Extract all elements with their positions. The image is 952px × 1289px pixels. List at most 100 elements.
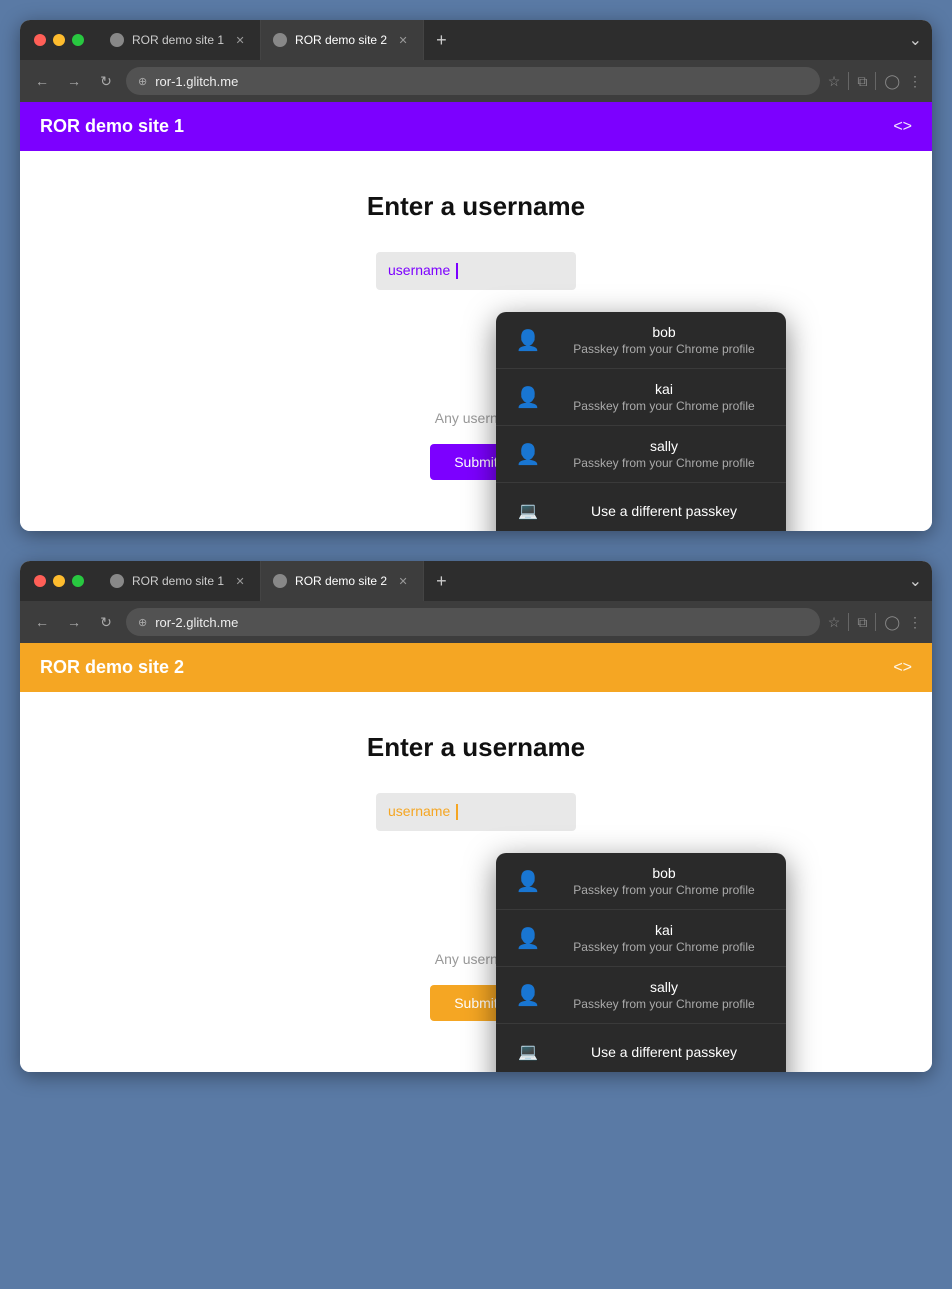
- input-section-2: username 👤 bob Passkey from your Chrome …: [40, 793, 912, 1021]
- passkey-sub-sally-1: Passkey from your Chrome profile: [558, 456, 770, 470]
- browser-window-2: ROR demo site 1 ✕ ROR demo site 2 ✕ + ⌄ …: [20, 561, 932, 1072]
- user-icon-kai-1: 👤: [512, 381, 544, 413]
- passkey-sub-bob-2: Passkey from your Chrome profile: [558, 883, 770, 897]
- passkey-item-bob-2[interactable]: 👤 bob Passkey from your Chrome profile: [496, 853, 786, 910]
- back-button-1[interactable]: ←: [30, 69, 54, 93]
- extensions-icon-2[interactable]: ⧉: [857, 614, 867, 631]
- passkey-item-kai-2[interactable]: 👤 kai Passkey from your Chrome profile: [496, 910, 786, 967]
- passkey-info-bob-1: bob Passkey from your Chrome profile: [558, 324, 770, 356]
- passkey-different-info-1: Use a different passkey: [558, 503, 770, 519]
- separator-2: [875, 72, 876, 90]
- user-icon-bob-1: 👤: [512, 324, 544, 356]
- passkey-item-sally-1[interactable]: 👤 sally Passkey from your Chrome profile: [496, 426, 786, 483]
- passkey-info-kai-1: kai Passkey from your Chrome profile: [558, 381, 770, 413]
- maximize-button-1[interactable]: [72, 34, 84, 46]
- close-button-2[interactable]: [34, 575, 46, 587]
- page-content-1: Enter a username username 👤 bob Passkey …: [20, 151, 932, 531]
- site-title-2: ROR demo site 2: [40, 657, 184, 678]
- passkey-name-sally-2: sally: [558, 979, 770, 995]
- minimize-button-2[interactable]: [53, 575, 65, 587]
- tab-4-active[interactable]: ROR demo site 2 ✕: [261, 561, 424, 601]
- separator-4: [875, 613, 876, 631]
- page-heading-1: Enter a username: [40, 191, 912, 222]
- tab-1-inactive[interactable]: ROR demo site 1 ✕: [98, 20, 261, 60]
- back-button-2[interactable]: ←: [30, 610, 54, 634]
- passkey-name-bob-1: bob: [558, 324, 770, 340]
- maximize-button-2[interactable]: [72, 575, 84, 587]
- title-bar-2: ROR demo site 1 ✕ ROR demo site 2 ✕ + ⌄: [20, 561, 932, 601]
- tab-1-close[interactable]: ✕: [232, 32, 248, 48]
- tab-4-close[interactable]: ✕: [395, 573, 411, 589]
- passkey-sub-kai-1: Passkey from your Chrome profile: [558, 399, 770, 413]
- address-actions-2: ☆ ⧉ ◯ ⋮: [828, 613, 922, 631]
- url-bar-2[interactable]: ⊕ ror-2.glitch.me: [126, 608, 820, 636]
- tab-2-active[interactable]: ROR demo site 2 ✕: [261, 20, 424, 60]
- passkey-sub-bob-1: Passkey from your Chrome profile: [558, 342, 770, 356]
- username-input-container-1[interactable]: username: [376, 252, 576, 290]
- title-bar-1: ROR demo site 1 ✕ ROR demo site 2 ✕ + ⌄: [20, 20, 932, 60]
- extensions-icon-1[interactable]: ⧉: [857, 73, 867, 90]
- menu-icon-1[interactable]: ⋮: [908, 73, 922, 90]
- tab-favicon-1: [110, 33, 124, 47]
- window-controls-1: [20, 34, 98, 46]
- username-input-container-2[interactable]: username: [376, 793, 576, 831]
- username-input-text-2: username: [388, 803, 450, 819]
- close-button-1[interactable]: [34, 34, 46, 46]
- site-header-2: ROR demo site 2 <>: [20, 643, 932, 692]
- address-bar-1: ← → ↻ ⊕ ror-1.glitch.me ☆ ⧉ ◯ ⋮: [20, 60, 932, 102]
- input-section-1: username 👤 bob Passkey from your Chrome …: [40, 252, 912, 480]
- passkey-item-sally-2[interactable]: 👤 sally Passkey from your Chrome profile: [496, 967, 786, 1024]
- passkey-info-sally-2: sally Passkey from your Chrome profile: [558, 979, 770, 1011]
- passkey-item-kai-1[interactable]: 👤 kai Passkey from your Chrome profile: [496, 369, 786, 426]
- tab-2-close[interactable]: ✕: [395, 32, 411, 48]
- new-tab-button-1[interactable]: +: [424, 30, 459, 51]
- tab-3-close[interactable]: ✕: [232, 573, 248, 589]
- refresh-button-1[interactable]: ↻: [94, 69, 118, 93]
- url-bar-1[interactable]: ⊕ ror-1.glitch.me: [126, 67, 820, 95]
- code-icon-1[interactable]: <>: [893, 118, 912, 136]
- passkey-different-info-2: Use a different passkey: [558, 1044, 770, 1060]
- passkey-info-kai-2: kai Passkey from your Chrome profile: [558, 922, 770, 954]
- tab-favicon-4: [273, 574, 287, 588]
- profile-icon-2[interactable]: ◯: [884, 614, 900, 631]
- window-controls-2: [20, 575, 98, 587]
- tab-3-label: ROR demo site 1: [132, 574, 224, 588]
- passkey-different-1[interactable]: 💻 Use a different passkey: [496, 483, 786, 531]
- star-icon-2[interactable]: ☆: [828, 614, 841, 631]
- page-heading-2: Enter a username: [40, 732, 912, 763]
- site-title-1: ROR demo site 1: [40, 116, 184, 137]
- menu-icon-2[interactable]: ⋮: [908, 614, 922, 631]
- tabs-bar-2: ROR demo site 1 ✕ ROR demo site 2 ✕ + ⌄: [98, 561, 932, 601]
- separator-1: [848, 72, 849, 90]
- tab-1-label: ROR demo site 1: [132, 33, 224, 47]
- new-tab-button-2[interactable]: +: [424, 571, 459, 592]
- input-wrapper-1: username 👤 bob Passkey from your Chrome …: [376, 252, 576, 290]
- refresh-button-2[interactable]: ↻: [94, 610, 118, 634]
- code-icon-2[interactable]: <>: [893, 659, 912, 677]
- forward-button-1[interactable]: →: [62, 69, 86, 93]
- passkey-dropdown-2: 👤 bob Passkey from your Chrome profile 👤…: [496, 853, 786, 1072]
- star-icon-1[interactable]: ☆: [828, 73, 841, 90]
- tab-favicon-2: [273, 33, 287, 47]
- tabs-chevron-1[interactable]: ⌄: [909, 30, 932, 50]
- tab-3-inactive[interactable]: ROR demo site 1 ✕: [98, 561, 261, 601]
- passkey-item-bob-1[interactable]: 👤 bob Passkey from your Chrome profile: [496, 312, 786, 369]
- passkey-info-bob-2: bob Passkey from your Chrome profile: [558, 865, 770, 897]
- address-actions-1: ☆ ⧉ ◯ ⋮: [828, 72, 922, 90]
- site-header-1: ROR demo site 1 <>: [20, 102, 932, 151]
- passkey-different-2[interactable]: 💻 Use a different passkey: [496, 1024, 786, 1072]
- cursor-1: [456, 263, 458, 279]
- device-icon-1: 💻: [512, 495, 544, 527]
- profile-icon-1[interactable]: ◯: [884, 73, 900, 90]
- user-icon-sally-2: 👤: [512, 979, 544, 1011]
- minimize-button-1[interactable]: [53, 34, 65, 46]
- passkey-info-sally-1: sally Passkey from your Chrome profile: [558, 438, 770, 470]
- tabs-chevron-2[interactable]: ⌄: [909, 571, 932, 591]
- cursor-2: [456, 804, 458, 820]
- separator-3: [848, 613, 849, 631]
- url-text-2: ror-2.glitch.me: [155, 615, 238, 630]
- passkey-name-kai-2: kai: [558, 922, 770, 938]
- forward-button-2[interactable]: →: [62, 610, 86, 634]
- tab-2-label: ROR demo site 2: [295, 33, 387, 47]
- url-security-icon-2: ⊕: [138, 616, 147, 629]
